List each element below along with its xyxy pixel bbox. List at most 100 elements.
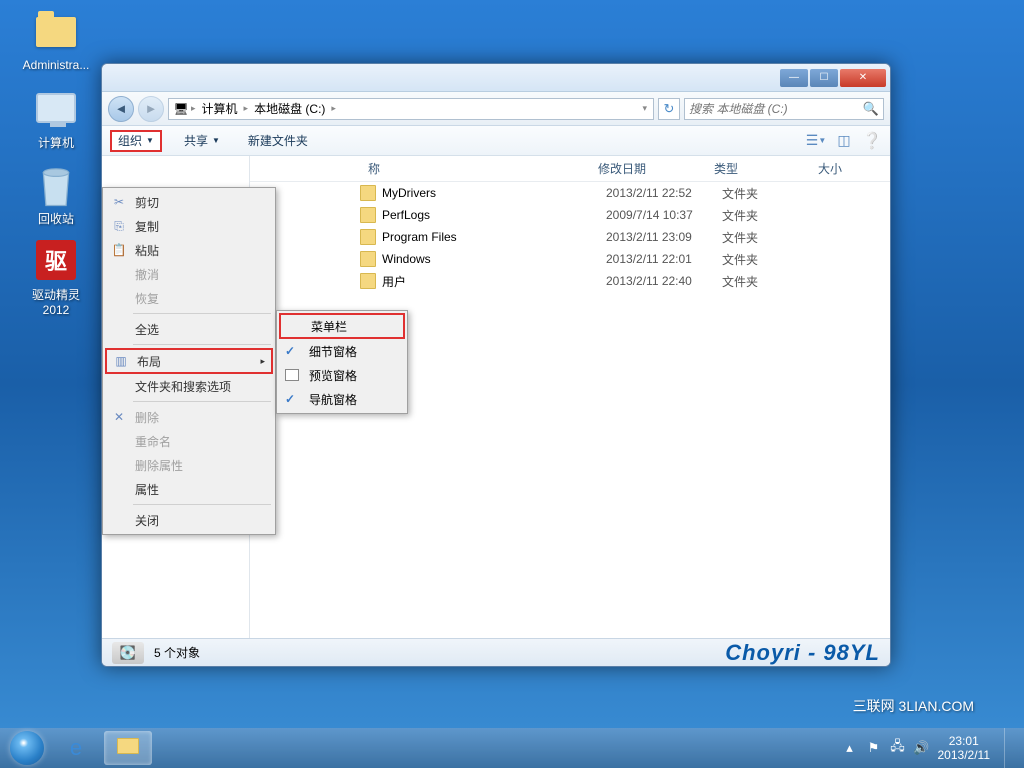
menu-cut[interactable]: ✂剪切 xyxy=(105,190,273,214)
file-type: 文件夹 xyxy=(722,251,826,268)
cut-icon: ✂ xyxy=(111,195,127,209)
desktop-icon-recycle-bin[interactable]: 回收站 xyxy=(18,160,94,227)
view-options-button[interactable]: ☰▼ xyxy=(806,131,826,151)
desktop-icon-label: 回收站 xyxy=(18,210,94,227)
menu-rename[interactable]: 重命名 xyxy=(105,429,273,453)
column-type[interactable]: 类型 xyxy=(706,156,810,181)
status-text: 5 个对象 xyxy=(154,644,200,661)
desktop-icon-driver-genius[interactable]: 驱 驱动精灵 2012 xyxy=(18,236,94,317)
menu-remove-properties[interactable]: 删除属性 xyxy=(105,453,273,477)
file-type: 文件夹 xyxy=(722,185,826,202)
menu-copy[interactable]: ⎘复制 xyxy=(105,214,273,238)
volume-icon[interactable]: 🔊 xyxy=(914,740,930,756)
column-name[interactable]: 称 xyxy=(360,156,590,181)
breadcrumb[interactable]: 🖥 ▸ 计算机 ▸ 本地磁盘 (C:) ▸ ▾ xyxy=(168,98,654,120)
chevron-down-icon[interactable]: ▾ xyxy=(640,103,649,114)
check-icon: ✓ xyxy=(285,392,295,406)
start-button[interactable] xyxy=(6,730,48,766)
folder-icon xyxy=(360,185,376,201)
help-button[interactable]: ❔ xyxy=(862,131,882,151)
menu-paste[interactable]: 📋粘贴 xyxy=(105,238,273,262)
column-headers[interactable]: 称 修改日期 类型 大小 xyxy=(250,156,890,182)
minimize-button[interactable]: — xyxy=(780,69,808,87)
column-size[interactable]: 大小 xyxy=(810,156,890,181)
submenu-menubar[interactable]: 菜单栏 xyxy=(279,313,405,339)
menu-separator xyxy=(133,344,271,345)
file-type: 文件夹 xyxy=(722,273,826,290)
layout-submenu: 菜单栏 ✓细节窗格 预览窗格 ✓导航窗格 xyxy=(276,310,408,414)
new-folder-button[interactable]: 新建文件夹 xyxy=(242,130,314,152)
folder-icon xyxy=(360,273,376,289)
share-button[interactable]: 共享 ▼ xyxy=(178,130,226,152)
file-name: Program Files xyxy=(382,230,606,244)
desktop-icon-label: Administra... xyxy=(18,58,94,72)
back-button[interactable]: ◄ xyxy=(108,96,134,122)
menu-undo[interactable]: 撤消 xyxy=(105,262,273,286)
file-date: 2013/2/11 23:09 xyxy=(606,230,722,244)
computer-icon xyxy=(32,84,80,132)
desktop-icon-computer[interactable]: 计算机 xyxy=(18,84,94,151)
pane-icon xyxy=(285,369,299,381)
system-tray: ▴ ⚑ 🖧 🔊 23:01 2013/2/11 xyxy=(842,728,1019,768)
check-icon: ✓ xyxy=(285,344,295,358)
file-row[interactable]: PerfLogs2009/7/14 10:37文件夹 xyxy=(360,204,890,226)
search-icon[interactable]: 🔍 xyxy=(863,101,879,117)
attribution-text: 三联网 3LIAN.COM xyxy=(853,696,974,716)
organize-button[interactable]: 组织 ▼ xyxy=(110,130,162,152)
layout-icon: ▥ xyxy=(113,354,129,368)
nav-bar: ◄ ► 🖥 ▸ 计算机 ▸ 本地磁盘 (C:) ▸ ▾ ↻ 🔍 xyxy=(102,92,890,126)
folder-icon xyxy=(360,207,376,223)
search-input[interactable] xyxy=(689,102,863,116)
chevron-right-icon: ▸ xyxy=(260,356,265,367)
menu-properties[interactable]: 属性 xyxy=(105,477,273,501)
submenu-navigation-pane[interactable]: ✓导航窗格 xyxy=(279,387,405,411)
maximize-button[interactable]: ☐ xyxy=(810,69,838,87)
file-type: 文件夹 xyxy=(722,207,826,224)
file-name: PerfLogs xyxy=(382,208,606,222)
menu-layout[interactable]: ▥布局▸ xyxy=(105,348,273,374)
preview-pane-button[interactable]: ◫ xyxy=(834,131,854,151)
file-rows: MyDrivers2013/2/11 22:52文件夹PerfLogs2009/… xyxy=(250,182,890,292)
recycle-bin-icon xyxy=(32,160,80,208)
menu-redo[interactable]: 恢复 xyxy=(105,286,273,310)
network-tray-icon[interactable]: 🖧 xyxy=(890,740,906,756)
search-box[interactable]: 🔍 xyxy=(684,98,884,120)
submenu-details-pane[interactable]: ✓细节窗格 xyxy=(279,339,405,363)
crumb-drive[interactable]: 本地磁盘 (C:) xyxy=(250,100,329,117)
refresh-button[interactable]: ↻ xyxy=(658,98,680,120)
taskbar-ie[interactable]: e xyxy=(52,731,100,765)
desktop-icon-label: 驱动精灵 2012 xyxy=(18,286,94,317)
delete-icon: ✕ xyxy=(111,410,127,424)
desktop-icon-label: 计算机 xyxy=(18,134,94,151)
file-row[interactable]: 用户2013/2/11 22:40文件夹 xyxy=(360,270,890,292)
titlebar[interactable]: — ☐ ✕ xyxy=(102,64,890,92)
menu-separator xyxy=(133,313,271,314)
desktop-icon-administrator[interactable]: Administra... xyxy=(18,8,94,72)
column-date[interactable]: 修改日期 xyxy=(590,156,706,181)
menu-select-all[interactable]: 全选 xyxy=(105,317,273,341)
chevron-down-icon: ▼ xyxy=(212,136,220,145)
taskbar-clock[interactable]: 23:01 2013/2/11 xyxy=(938,734,991,763)
folder-user-icon xyxy=(32,8,80,56)
taskbar-explorer[interactable] xyxy=(104,731,152,765)
show-desktop-button[interactable] xyxy=(1004,728,1014,768)
folder-icon xyxy=(117,738,139,759)
tray-expand-button[interactable]: ▴ xyxy=(842,740,858,756)
forward-button[interactable]: ► xyxy=(138,96,164,122)
menu-folder-options[interactable]: 文件夹和搜索选项 xyxy=(105,374,273,398)
paste-icon: 📋 xyxy=(111,243,127,257)
folder-icon xyxy=(360,229,376,245)
crumb-computer[interactable]: 计算机 xyxy=(198,100,242,117)
file-row[interactable]: Windows2013/2/11 22:01文件夹 xyxy=(360,248,890,270)
file-row[interactable]: Program Files2013/2/11 23:09文件夹 xyxy=(360,226,890,248)
copy-icon: ⎘ xyxy=(111,219,127,234)
action-center-icon[interactable]: ⚑ xyxy=(866,740,882,756)
file-row[interactable]: MyDrivers2013/2/11 22:52文件夹 xyxy=(360,182,890,204)
menu-close[interactable]: 关闭 xyxy=(105,508,273,532)
menu-delete[interactable]: ✕删除 xyxy=(105,405,273,429)
close-button[interactable]: ✕ xyxy=(840,69,886,87)
file-date: 2013/2/11 22:01 xyxy=(606,252,722,266)
menu-separator xyxy=(133,504,271,505)
submenu-preview-pane[interactable]: 预览窗格 xyxy=(279,363,405,387)
file-date: 2013/2/11 22:52 xyxy=(606,186,722,200)
